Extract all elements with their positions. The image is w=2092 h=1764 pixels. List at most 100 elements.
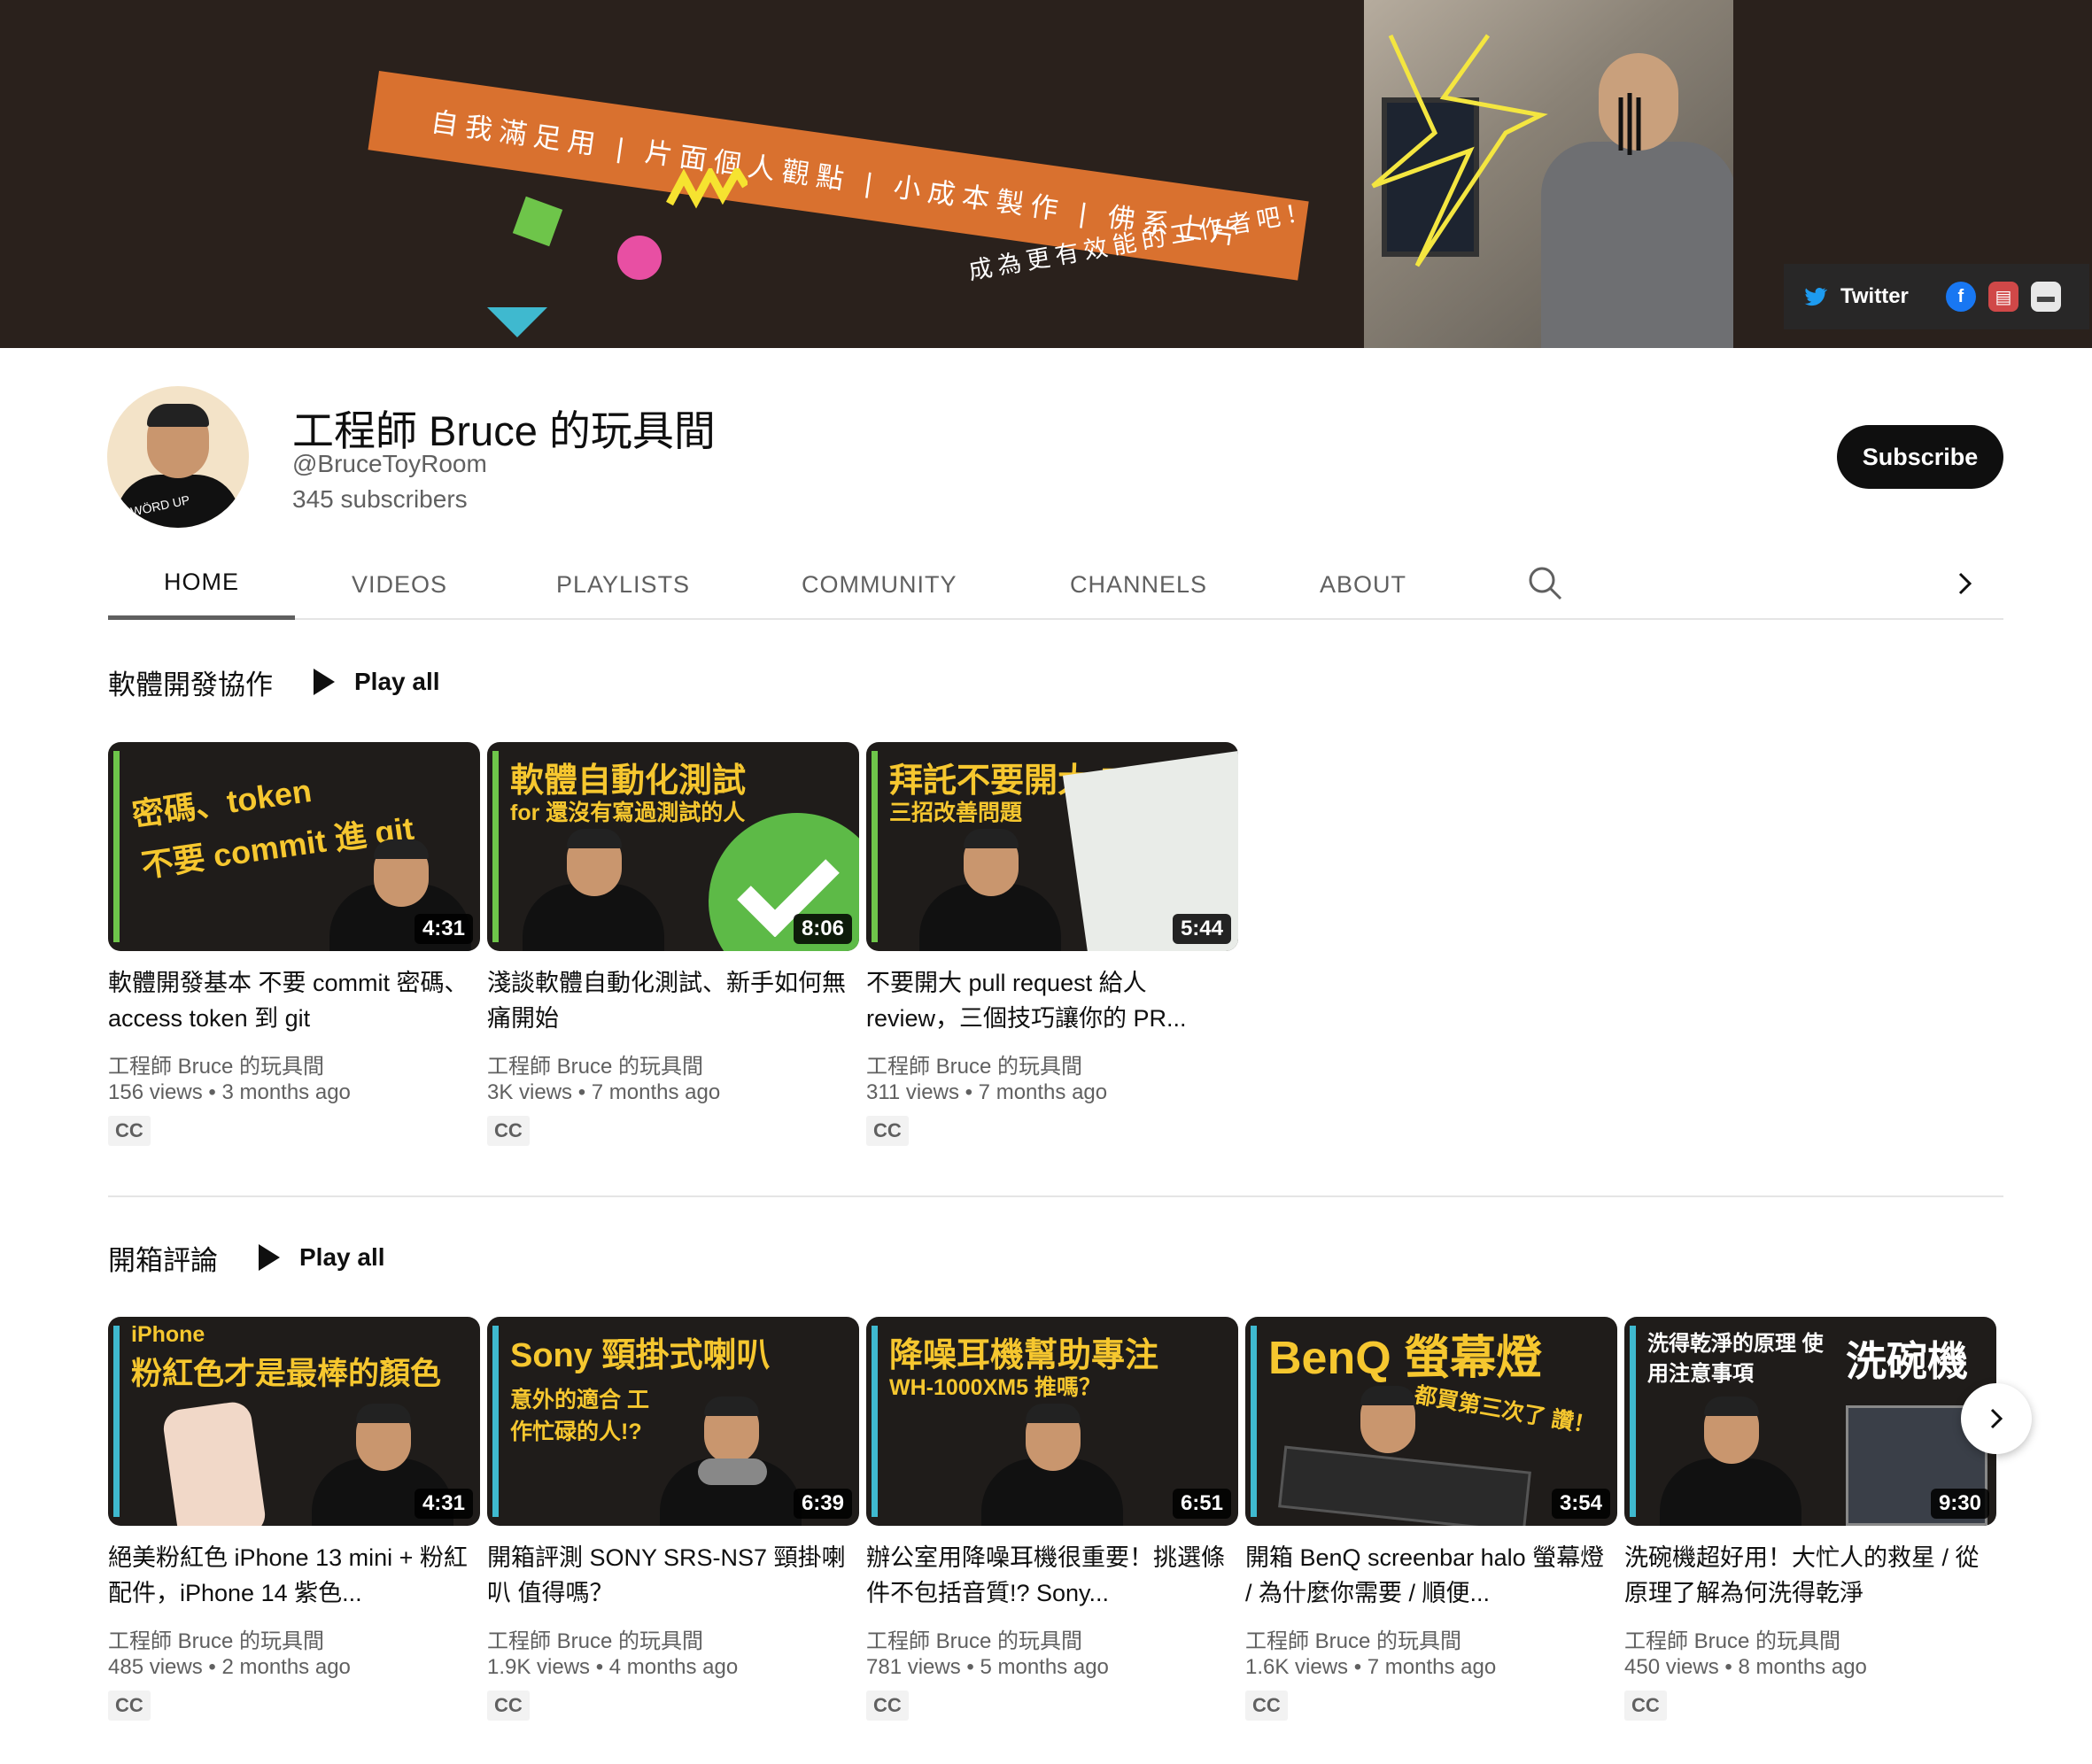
video-meta: 3K views • 7 months ago xyxy=(487,1080,721,1104)
thumbnail-text: 軟體自動化測試 xyxy=(510,762,747,800)
video-title[interactable]: 洗碗機超好用！大忙人的救星 / 從原理了解為何洗得乾淨 xyxy=(1624,1540,1987,1611)
twitter-link[interactable]: Twitter xyxy=(1840,284,1909,309)
play-icon xyxy=(259,1244,280,1271)
link-icon[interactable]: ▬ xyxy=(2030,282,2061,312)
cc-badge: CC xyxy=(1245,1690,1288,1721)
video-duration: 3:54 xyxy=(1551,1489,1610,1519)
video-meta: 156 views • 3 months ago xyxy=(108,1080,351,1104)
tab-videos[interactable]: VIDEOS xyxy=(352,549,447,620)
thumbnail-text: iPhone xyxy=(131,1322,205,1347)
video-duration: 8:06 xyxy=(793,914,852,944)
thumbnail-text: BenQ 螢幕燈 xyxy=(1268,1333,1543,1384)
thumbnail-subtext: 粉紅色才是最棒的顏色 xyxy=(131,1357,442,1391)
subscriber-count: 345 subscribers xyxy=(292,485,468,513)
search-icon[interactable] xyxy=(1523,561,1568,606)
channel-banner: 自我滿足用 | 片面個人觀點 | 小成本製作 | 佛系上片 成為更有效能的工作者… xyxy=(0,0,2092,348)
tab-community[interactable]: COMMUNITY xyxy=(802,549,957,620)
video-meta: 1.6K views • 7 months ago xyxy=(1245,1655,1497,1679)
thumbnail-text: 洗碗機 xyxy=(1846,1338,1968,1384)
channel-handle: @BruceToyRoom xyxy=(292,450,487,477)
video-channel[interactable]: 工程師 Bruce 的玩具間 xyxy=(487,1048,703,1079)
shelf-title: 軟體開發協作 xyxy=(108,669,273,700)
link-icon[interactable]: ▤ xyxy=(1987,282,2018,312)
chevron-right-icon[interactable] xyxy=(1943,561,1987,606)
thumbnail-text: 降噪耳機幫助專注 xyxy=(889,1337,1159,1374)
thumbnail-subtext: WH-1000XM5 推嗎？ xyxy=(889,1375,1101,1400)
banner-green-square xyxy=(512,196,563,247)
thumbnail-text: Sony 頸掛式喇叭 xyxy=(510,1337,771,1374)
thumbnail-subtext: 洗得乾淨的原理 使用注意事項 xyxy=(1647,1332,1824,1386)
video-title[interactable]: 軟體開發基本 不要 commit 密碼、access token 到 git xyxy=(108,965,471,1036)
video-channel[interactable]: 工程師 Bruce 的玩具間 xyxy=(108,1048,324,1079)
chevron-right-icon xyxy=(1990,1408,2003,1429)
video-meta: 485 views • 2 months ago xyxy=(108,1655,351,1679)
channel-tabs: HOME VIDEOS PLAYLISTS COMMUNITY CHANNELS… xyxy=(108,549,2003,620)
cc-badge: CC xyxy=(108,1116,151,1146)
video-thumbnail[interactable]: Sony 頸掛式喇叭 意外的適合 工作忙碌的人!? 6:39 xyxy=(487,1317,859,1526)
video-thumbnail[interactable]: 拜託不要開大 PR 三招改善問題 5:44 xyxy=(866,742,1238,951)
thumbnail-subtext: 三招改善問題 xyxy=(889,801,1023,825)
video-duration: 4:31 xyxy=(414,1489,473,1519)
video-thumbnail[interactable]: 洗碗機 洗得乾淨的原理 使用注意事項 9:30 xyxy=(1624,1317,1996,1526)
cc-badge: CC xyxy=(866,1116,909,1146)
play-all-button[interactable]: Play all xyxy=(314,668,440,696)
tab-home[interactable]: HOME xyxy=(108,549,295,620)
twitter-icon[interactable] xyxy=(1801,283,1828,310)
video-channel[interactable]: 工程師 Bruce 的玩具間 xyxy=(866,1623,1082,1654)
shelf-divider xyxy=(108,1195,2003,1197)
subscribe-button[interactable]: Subscribe xyxy=(1837,425,2003,489)
channel-title: 工程師 Bruce 的玩具間 xyxy=(292,407,716,454)
play-icon xyxy=(314,669,335,695)
video-duration: 6:39 xyxy=(793,1489,852,1519)
video-channel[interactable]: 工程師 Bruce 的玩具間 xyxy=(866,1048,1082,1079)
video-title[interactable]: 絕美粉紅色 iPhone 13 mini + 粉紅配件，iPhone 14 紫色… xyxy=(108,1540,471,1611)
shelf-title: 開箱評論 xyxy=(108,1244,218,1276)
cc-badge: CC xyxy=(108,1690,151,1721)
play-all-label: Play all xyxy=(354,668,440,695)
video-title[interactable]: 開箱評測 SONY SRS-NS7 頸掛喇叭 值得嗎？ xyxy=(487,1540,850,1611)
video-title[interactable]: 開箱 BenQ screenbar halo 螢幕燈 / 為什麼你需要 / 順便… xyxy=(1245,1540,1608,1611)
shelf-header: 軟體開發協作 Play all xyxy=(108,660,440,704)
banner-social-links: Twitter f ▤ ▬ xyxy=(1784,264,2089,329)
video-thumbnail[interactable]: 軟體自動化測試 for 還沒有寫過測試的人 8:06 xyxy=(487,742,859,951)
video-duration: 4:31 xyxy=(414,914,473,944)
thumbnail-subtext: 都買第三次了 讚！ xyxy=(1412,1382,1598,1439)
video-thumbnail[interactable]: 密碼、token 不要 commit 進 git 4:31 xyxy=(108,742,480,951)
banner-zigzag xyxy=(666,168,748,209)
video-title[interactable]: 辦公室用降噪耳機很重要！挑選條件不包括音質!? Sony... xyxy=(866,1540,1229,1611)
video-meta: 450 views • 8 months ago xyxy=(1624,1655,1867,1679)
play-all-button[interactable]: Play all xyxy=(259,1243,385,1272)
video-meta: 781 views • 5 months ago xyxy=(866,1655,1109,1679)
shelf-next-button[interactable] xyxy=(1961,1383,2032,1454)
cc-badge: CC xyxy=(866,1690,909,1721)
video-thumbnail[interactable]: 降噪耳機幫助專注 WH-1000XM5 推嗎？ 6:51 xyxy=(866,1317,1238,1526)
video-channel[interactable]: 工程師 Bruce 的玩具間 xyxy=(487,1623,703,1654)
banner-pink-circle xyxy=(617,236,662,280)
video-title[interactable]: 不要開大 pull request 給人 review，三個技巧讓你的 PR..… xyxy=(866,965,1229,1036)
channel-avatar[interactable]: WÖRD UP xyxy=(107,386,249,528)
video-thumbnail[interactable]: BenQ 螢幕燈 都買第三次了 讚！ 3:54 xyxy=(1245,1317,1617,1526)
thumbnail-subtext: for 還沒有寫過測試的人 xyxy=(510,801,746,825)
thumbnail-subtext: 意外的適合 工作忙碌的人!? xyxy=(510,1388,649,1444)
shelf-header: 開箱評論 Play all xyxy=(108,1235,385,1280)
video-duration: 9:30 xyxy=(1930,1489,1989,1519)
cc-badge: CC xyxy=(487,1116,530,1146)
cc-badge: CC xyxy=(1624,1690,1667,1721)
cc-badge: CC xyxy=(487,1690,530,1721)
video-thumbnail[interactable]: iPhone 粉紅色才是最棒的顏色 4:31 xyxy=(108,1317,480,1526)
video-channel[interactable]: 工程師 Bruce 的玩具間 xyxy=(108,1623,324,1654)
video-duration: 5:44 xyxy=(1172,914,1231,944)
video-channel[interactable]: 工程師 Bruce 的玩具間 xyxy=(1624,1623,1840,1654)
video-meta: 311 views • 7 months ago xyxy=(866,1080,1108,1104)
play-all-label: Play all xyxy=(299,1243,385,1271)
tab-playlists[interactable]: PLAYLISTS xyxy=(556,549,690,620)
video-channel[interactable]: 工程師 Bruce 的玩具間 xyxy=(1245,1623,1461,1654)
facebook-icon[interactable]: f xyxy=(1945,282,1976,312)
video-meta: 1.9K views • 4 months ago xyxy=(487,1655,739,1679)
video-duration: 6:51 xyxy=(1172,1489,1231,1519)
tab-about[interactable]: ABOUT xyxy=(1320,549,1406,620)
video-title[interactable]: 淺談軟體自動化測試、新手如何無痛開始 xyxy=(487,965,850,1036)
banner-photo xyxy=(1364,0,1733,348)
banner-blue-triangle xyxy=(487,307,547,337)
tab-channels[interactable]: CHANNELS xyxy=(1070,549,1207,620)
